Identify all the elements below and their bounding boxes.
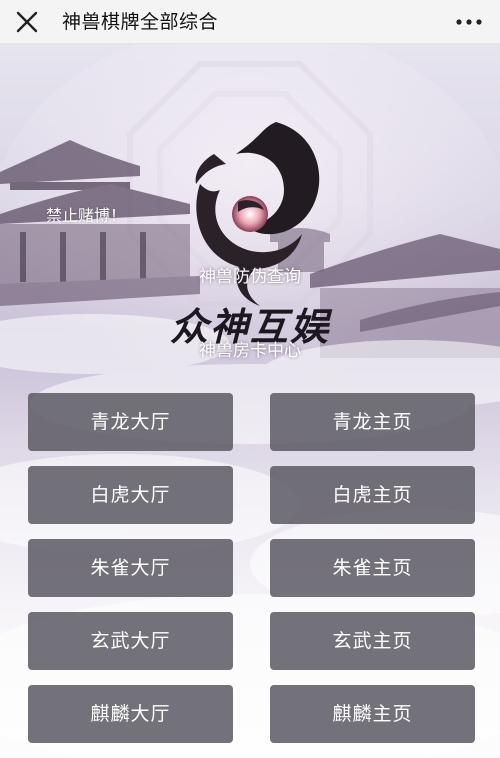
zhuque-hall-button[interactable]: 朱雀大厅 — [28, 539, 233, 597]
more-button[interactable] — [452, 9, 486, 35]
top-bar: 神兽棋牌全部综合 — [0, 0, 500, 44]
no-gambling-notice: 禁止赌博！ — [46, 206, 127, 225]
baihu-home-button[interactable]: 白虎主页 — [270, 466, 475, 524]
main-scene: 禁止赌博！ 神兽防伪查询 众神互娱 神兽房卡中心 青龙大厅 青龙主页 白虎大厅 … — [0, 44, 500, 758]
qilin-hall-button[interactable]: 麒麟大厅 — [28, 685, 233, 743]
qilin-home-button[interactable]: 麒麟主页 — [270, 685, 475, 743]
anti-counterfeit-link[interactable]: 神兽防伪查询 — [150, 262, 350, 287]
close-button[interactable] — [14, 9, 40, 35]
xuanwu-home-button[interactable]: 玄武主页 — [270, 612, 475, 670]
page-title: 神兽棋牌全部综合 — [62, 11, 219, 33]
zhuque-home-button[interactable]: 朱雀主页 — [270, 539, 475, 597]
close-icon — [16, 11, 38, 33]
qinglong-home-button[interactable]: 青龙主页 — [270, 393, 475, 451]
xuanwu-hall-button[interactable]: 玄武大厅 — [28, 612, 233, 670]
baihu-hall-button[interactable]: 白虎大厅 — [28, 466, 233, 524]
qinglong-hall-button[interactable]: 青龙大厅 — [28, 393, 233, 451]
more-dots-icon — [456, 19, 482, 25]
card-center-link[interactable]: 神兽房卡中心 — [150, 336, 350, 361]
